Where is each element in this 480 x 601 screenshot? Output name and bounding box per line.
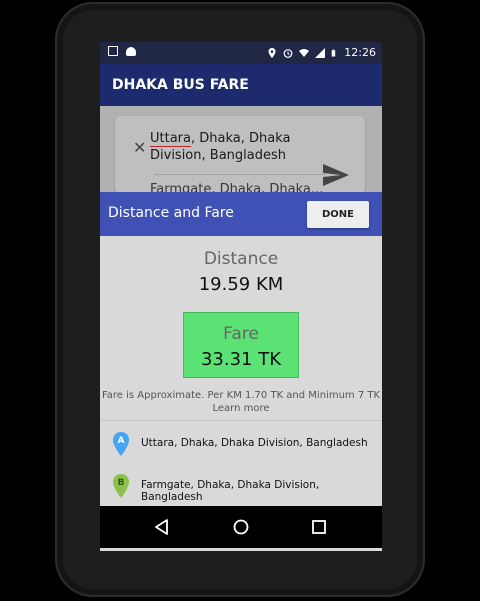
location-icon [268, 47, 276, 58]
status-time: 12:26 [344, 46, 376, 59]
location-row-b: B Farmgate, Dhaka, Dhaka Division, Bangl… [100, 464, 382, 506]
navigation-bar [100, 506, 382, 548]
location-row-a: A Uttara, Dhaka, Dhaka Division, Banglad… [100, 422, 382, 464]
app-title: DHAKA BUS FARE [100, 64, 382, 106]
dialog-header: Distance and Fare DONE [100, 192, 382, 236]
marker-a-letter: A [118, 436, 125, 446]
fare-note: Fare is Approximate. Per KM 1.70 TK and … [100, 389, 382, 415]
marker-b-icon: B [113, 474, 129, 498]
marker-b-letter: B [118, 478, 125, 488]
dialog-title: Distance and Fare [108, 205, 234, 221]
home-icon[interactable] [231, 517, 251, 537]
location-b-text: Farmgate, Dhaka, Dhaka Division, Banglad… [141, 479, 320, 503]
back-icon[interactable] [152, 517, 172, 537]
distance-value: 19.59 KM [198, 274, 284, 295]
battery-icon [331, 49, 336, 56]
divider [100, 420, 382, 421]
marker-a-icon: A [113, 432, 129, 456]
status-bar: 12:26 [100, 42, 382, 64]
fare-value: 33.31 TK [200, 349, 282, 370]
android-icon [126, 47, 136, 56]
fare-label: Fare [223, 324, 259, 344]
alarm-icon [283, 48, 293, 58]
learn-more-link[interactable]: Learn more [100, 402, 382, 415]
distance-fare-dialog: Distance and Fare DONE Distance 19.59 KM… [100, 192, 382, 551]
recents-icon[interactable] [309, 517, 329, 537]
screen: 12:26 DHAKA BUS FARE ✕ Uttara, Dhaka, Dh… [100, 42, 382, 551]
fare-box: Fare 33.31 TK [183, 312, 299, 378]
location-a-text: Uttara, Dhaka, Dhaka Division, Banglades… [141, 437, 368, 449]
distance-label: Distance [203, 249, 279, 269]
wifi-icon [299, 48, 310, 57]
signal-icon [315, 47, 326, 58]
screenshot-icon [108, 46, 118, 56]
fare-note-text: Fare is Approximate. Per KM 1.70 TK and … [101, 390, 381, 401]
done-button[interactable]: DONE [307, 201, 369, 228]
